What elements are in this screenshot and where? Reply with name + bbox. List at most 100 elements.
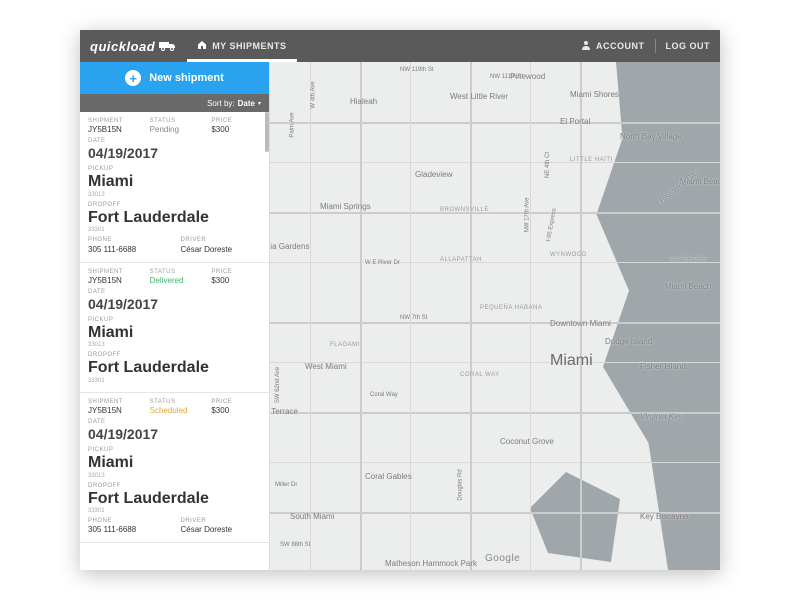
map-label: West Miami — [305, 362, 347, 371]
shipment-list[interactable]: SHIPMENTJY5B15N STATUSPending PRICE$300 … — [80, 112, 269, 570]
map-road-label: Douglas Rd — [458, 469, 464, 500]
sidebar: + New shipment Sort by: Date ▾ SHIPMENTJ… — [80, 62, 270, 570]
road — [270, 212, 720, 214]
val-status: Delivered — [150, 276, 200, 285]
val-shipment: JY5B15N — [88, 406, 138, 415]
val-pickup: Miami — [88, 324, 261, 342]
road — [270, 462, 720, 463]
map-label: South Miami — [290, 512, 334, 521]
val-pickup: Miami — [88, 173, 261, 191]
val-price: $300 — [211, 276, 261, 285]
map-label: BROWNSVILLE — [440, 207, 489, 213]
shipment-card[interactable]: SHIPMENTJY5B15N STATUSPending PRICE$300 … — [80, 112, 269, 263]
map-label: Virginia Key — [640, 412, 683, 421]
val-date: 04/19/2017 — [88, 426, 261, 443]
sort-value: Date — [238, 99, 255, 108]
road — [580, 62, 582, 570]
map-road-label: SW 88th St — [280, 542, 310, 548]
logout-link[interactable]: LOG OUT — [656, 41, 721, 51]
lbl-shipment: SHIPMENT — [88, 118, 138, 125]
home-icon — [197, 40, 207, 52]
map-road-label: NW 7th St — [400, 315, 427, 321]
map-road-label: W 4th Ave — [311, 81, 317, 108]
lbl-shipment: SHIPMENT — [88, 399, 138, 406]
map-label: ALLAPATTAH — [440, 257, 482, 263]
lbl-dropoff: DROPOFF — [88, 352, 261, 359]
lbl-dropoff: DROPOFF — [88, 202, 261, 209]
lbl-price: PRICE — [211, 269, 261, 276]
road — [270, 322, 720, 324]
lbl-dropoff: DROPOFF — [88, 483, 261, 490]
shipment-card[interactable]: SHIPMENTJY5B15N STATUSDelivered PRICE$30… — [80, 263, 269, 393]
val-dropoff: Fort Lauderdale — [88, 359, 261, 377]
map-label: Fisher Island — [640, 362, 686, 371]
lbl-pickup: PICKUP — [88, 447, 261, 454]
account-link[interactable]: ACCOUNT — [571, 40, 655, 52]
account-label: ACCOUNT — [596, 41, 645, 51]
val-date: 04/19/2017 — [88, 296, 261, 313]
map-label: CORAL WAY — [460, 372, 500, 378]
scrollbar-thumb[interactable] — [265, 112, 269, 152]
lbl-price: PRICE — [211, 399, 261, 406]
map-label: Gladeview — [415, 170, 452, 179]
logo-text: quickload — [90, 39, 155, 54]
lbl-status: STATUS — [150, 399, 200, 406]
map-label: Coconut Grove — [500, 437, 554, 446]
logout-label: LOG OUT — [666, 41, 711, 51]
val-pickup-zip: 33013 — [88, 192, 261, 198]
lbl-date: DATE — [88, 419, 261, 426]
map-label: Key Biscayne — [640, 512, 688, 521]
map-road-label: NW 111th St — [490, 74, 523, 80]
road — [360, 62, 362, 570]
logo[interactable]: quickload — [80, 39, 187, 54]
person-icon — [581, 40, 591, 52]
google-attribution: Google — [485, 553, 520, 564]
sort-bar[interactable]: Sort by: Date ▾ — [80, 94, 269, 112]
map-road-label: NW 17th Ave — [524, 198, 530, 233]
lbl-status: STATUS — [150, 269, 200, 276]
lbl-date: DATE — [88, 289, 261, 296]
map-city-label: Miami — [550, 352, 593, 370]
shipment-card[interactable]: SHIPMENTJY5B15N STATUSScheduled PRICE$30… — [80, 393, 269, 544]
map-label: West Little River — [450, 92, 508, 101]
val-dropoff-zip: 33301 — [88, 508, 261, 514]
truck-icon — [159, 41, 177, 51]
val-phone: 305 111-6688 — [88, 245, 169, 254]
new-shipment-button[interactable]: + New shipment — [80, 62, 269, 94]
lbl-status: STATUS — [150, 118, 200, 125]
map-road-label: W E River Dr — [365, 260, 400, 266]
map-road-label: SW 62nd Ave — [275, 367, 281, 403]
val-status: Scheduled — [150, 406, 200, 415]
val-dropoff-zip: 33301 — [88, 378, 261, 384]
val-driver: César Doreste — [181, 245, 262, 254]
val-status: Pending — [150, 125, 200, 134]
val-dropoff: Fort Lauderdale — [88, 490, 261, 508]
val-driver: César Doreste — [181, 525, 262, 534]
val-shipment: JY5B15N — [88, 125, 138, 134]
map-label: PEQUEÑA HABANA — [480, 305, 542, 311]
val-date: 04/19/2017 — [88, 145, 261, 162]
lbl-phone: PHONE — [88, 518, 169, 525]
map-label: Miami Springs — [320, 202, 371, 211]
map-label: Miami Beach — [665, 282, 711, 291]
road — [270, 122, 720, 124]
lbl-price: PRICE — [211, 118, 261, 125]
map-label: El Portal — [560, 117, 590, 126]
map-road-label: NW 119th St — [400, 67, 434, 73]
map-road-label: Miller Dr — [275, 482, 297, 488]
val-dropoff: Fort Lauderdale — [88, 209, 261, 227]
road — [310, 62, 311, 570]
tab-label: MY SHIPMENTS — [212, 41, 286, 51]
val-price: $300 — [211, 406, 261, 415]
map-label: FLAGAMI — [330, 342, 360, 348]
tab-my-shipments[interactable]: MY SHIPMENTS — [187, 30, 296, 62]
map-label: BAYSHORE — [670, 257, 707, 263]
plus-icon: + — [125, 70, 141, 86]
val-pickup: Miami — [88, 454, 261, 472]
lbl-pickup: PICKUP — [88, 166, 261, 173]
new-shipment-label: New shipment — [149, 72, 224, 84]
map-label: Dodge Island — [605, 337, 652, 346]
map-label: Hialeah — [350, 97, 377, 106]
sort-label: Sort by: — [207, 99, 235, 108]
map[interactable]: Hialeah West Little River Miami Shores P… — [270, 62, 720, 570]
